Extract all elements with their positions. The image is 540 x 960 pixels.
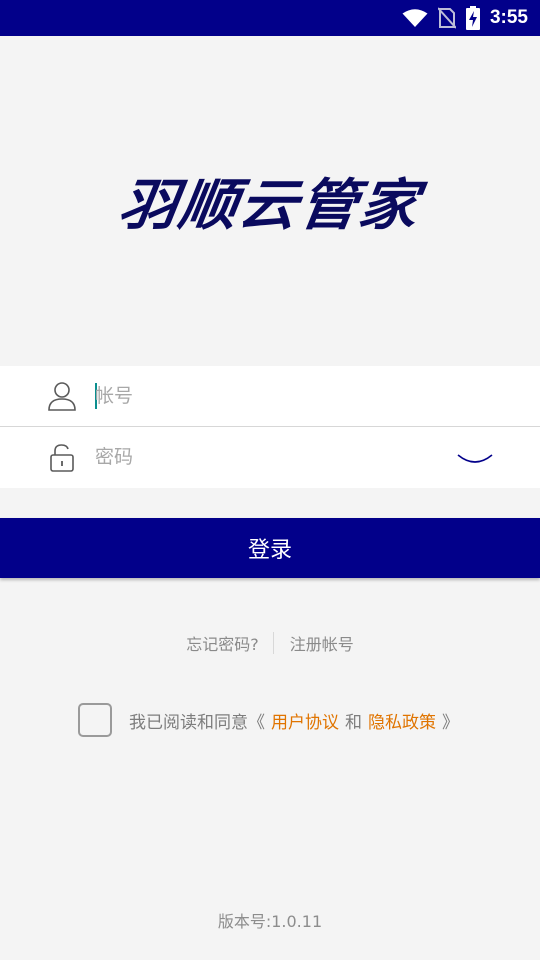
register-link[interactable]: 注册帐号 — [290, 631, 354, 655]
forgot-password-link[interactable]: 忘记密码? — [186, 631, 259, 655]
logo-text: 羽顺云管家 — [114, 172, 424, 238]
login-button[interactable]: 登录 — [0, 518, 540, 578]
password-input[interactable] — [95, 437, 425, 477]
agree-checkbox[interactable] — [78, 703, 112, 737]
wifi-icon — [402, 9, 428, 27]
status-bar: 3:55 — [0, 0, 540, 36]
agreement-suffix: 》 — [442, 712, 459, 733]
user-icon — [48, 382, 76, 411]
auth-links: 忘记密码? 注册帐号 — [0, 628, 540, 658]
no-sim-icon — [437, 7, 456, 29]
eye-closed-icon[interactable] — [452, 447, 498, 471]
password-field-row — [0, 427, 540, 488]
login-screen: 3:55 羽顺云管家 登录 忘记密码? 注册帐号 我 — [0, 0, 540, 960]
link-divider — [272, 632, 274, 654]
lock-icon — [50, 444, 74, 472]
battery-charging-icon — [465, 6, 480, 30]
account-input[interactable] — [95, 376, 425, 416]
status-time: 3:55 — [489, 7, 528, 28]
status-icons: 3:55 — [402, 0, 528, 36]
agreement-row: 我已阅读和同意《 用户协议 和 隐私政策 》 — [78, 702, 518, 738]
version-label: 版本号:1.0.11 — [217, 912, 323, 931]
user-agreement-link[interactable]: 用户协议 — [271, 708, 339, 733]
account-field-row — [0, 366, 540, 427]
app-logo: 羽顺云管家 — [0, 160, 540, 240]
privacy-policy-link[interactable]: 隐私政策 — [368, 708, 436, 733]
agreement-and: 和 — [345, 712, 362, 733]
agreement-prefix: 我已阅读和同意《 — [129, 712, 265, 733]
